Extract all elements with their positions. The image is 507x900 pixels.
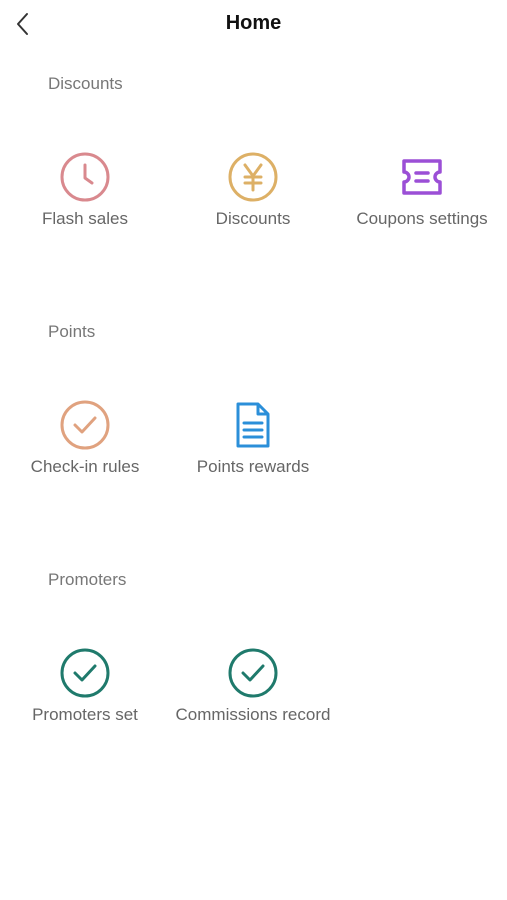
check-in-rules-tile[interactable]: Check-in rules	[0, 398, 170, 508]
section-title: Promoters	[48, 570, 127, 589]
section-title: Discounts	[48, 74, 123, 93]
tile-label: Discounts	[215, 209, 291, 228]
section-points: Points Check-in rules Points rewards	[0, 322, 507, 502]
tile-label: Commissions record	[175, 705, 331, 724]
flash-sales-tile[interactable]: Flash sales	[0, 150, 170, 260]
coupon-icon	[395, 150, 449, 204]
yen-icon	[226, 150, 280, 204]
tile-label: Flash sales	[42, 209, 128, 228]
tile-label: Coupons settings	[356, 209, 488, 228]
tile-label: Promoters set	[32, 705, 138, 724]
document-icon	[226, 398, 280, 452]
discounts-tile[interactable]: Discounts	[168, 150, 338, 260]
header-bar: Home	[0, 0, 507, 50]
coupons-settings-tile[interactable]: Coupons settings	[337, 150, 507, 260]
clock-icon	[58, 150, 112, 204]
check-circle-icon	[58, 398, 112, 452]
commissions-record-tile[interactable]: Commissions record	[168, 646, 338, 756]
check-circle-icon	[58, 646, 112, 700]
tile-label: Points rewards	[196, 457, 310, 476]
points-rewards-tile[interactable]: Points rewards	[168, 398, 338, 508]
promoters-set-tile[interactable]: Promoters set	[0, 646, 170, 756]
page-title: Home	[225, 12, 282, 34]
section-discounts: Discounts Flash sales Discounts Coupons …	[0, 74, 507, 254]
section-title: Points	[48, 322, 96, 341]
tile-label: Check-in rules	[30, 457, 140, 476]
check-circle-icon	[226, 646, 280, 700]
section-promoters: Promoters Promoters set Commissions reco…	[0, 570, 507, 750]
